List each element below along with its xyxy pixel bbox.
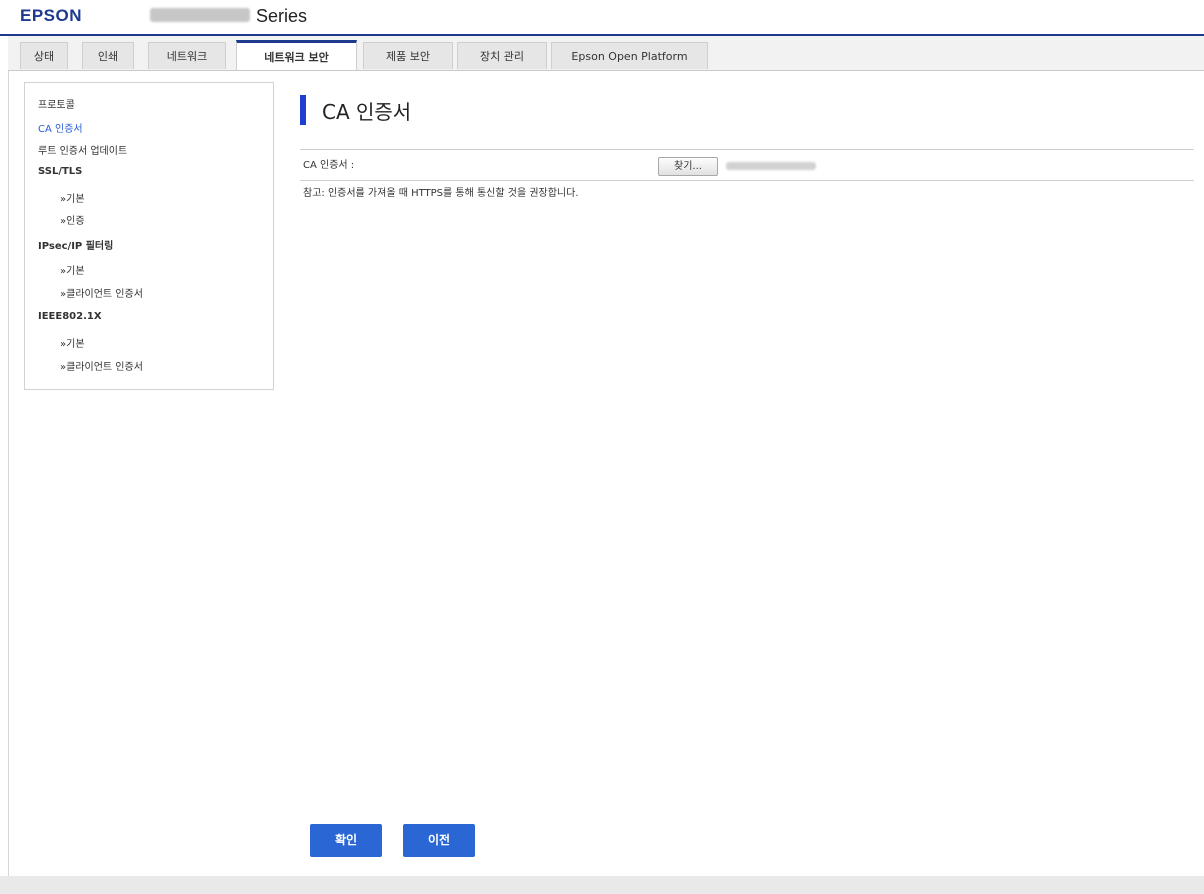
sidebar-item-ssl-basic[interactable]: »기본	[60, 190, 85, 205]
tab-product-security[interactable]: 제품 보안	[363, 42, 453, 69]
sidebar-item-ieee-client-cert[interactable]: »클라이언트 인증서	[60, 358, 143, 373]
sidebar-item-ipsec-basic[interactable]: »기본	[60, 262, 85, 277]
back-button[interactable]: 이전	[403, 824, 475, 857]
page-title: CA 인증서	[322, 100, 412, 124]
sidebar-heading-ssl-tls: SSL/TLS	[38, 166, 83, 177]
series-label: Series	[256, 6, 308, 26]
tab-network[interactable]: 네트워크	[148, 42, 226, 69]
sidebar-item-root-cert-update[interactable]: 루트 인증서 업데이트	[38, 142, 127, 157]
sidebar-nav: 프로토콜 CA 인증서 루트 인증서 업데이트 SSL/TLS »기본 »인증 …	[24, 82, 274, 390]
browse-button[interactable]: 찾기...	[658, 157, 718, 176]
footer-bar	[0, 876, 1204, 894]
tab-print[interactable]: 인쇄	[82, 42, 134, 69]
https-note: 참고: 인증서를 가져올 때 HTTPS를 통해 통신할 것을 권장합니다.	[303, 188, 579, 199]
tab-device-management[interactable]: 장치 관리	[457, 42, 547, 69]
sidebar-item-ipsec-client-cert[interactable]: »클라이언트 인증서	[60, 285, 143, 300]
tab-status[interactable]: 상태	[20, 42, 68, 69]
tab-bar: 상태 인쇄 네트워크 네트워크 보안 제품 보안 장치 관리 Epson Ope…	[8, 36, 1204, 71]
selected-file-name-redacted	[726, 162, 816, 170]
sidebar-item-protocol[interactable]: 프로토콜	[38, 96, 75, 111]
ok-button[interactable]: 확인	[310, 824, 382, 857]
sidebar-item-ssl-certificate[interactable]: »인증	[60, 212, 85, 227]
sidebar-item-ca-certificate[interactable]: CA 인증서	[38, 120, 83, 135]
ca-certificate-field-label: CA 인증서 :	[303, 160, 355, 171]
epson-logo: EPSON	[20, 6, 83, 25]
divider-top	[300, 149, 1194, 150]
top-header: EPSON Series	[0, 0, 1204, 34]
sidebar-heading-ieee8021x: IEEE802.1X	[38, 311, 102, 322]
model-name-redacted	[150, 8, 250, 22]
sidebar-item-ieee-basic[interactable]: »기본	[60, 335, 85, 350]
sidebar-heading-ipsec: IPsec/IP 필터링	[38, 241, 114, 252]
tab-network-security[interactable]: 네트워크 보안	[236, 40, 357, 70]
divider-bottom	[300, 180, 1194, 181]
tab-epson-open-platform[interactable]: Epson Open Platform	[551, 42, 708, 69]
title-accent-bar	[300, 95, 306, 125]
